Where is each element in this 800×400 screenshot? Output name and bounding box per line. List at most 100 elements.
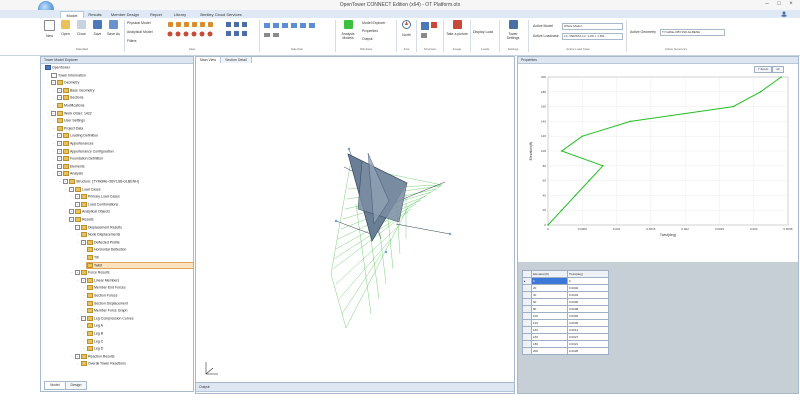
- tab-report[interactable]: Report: [146, 11, 166, 18]
- tab-main-view[interactable]: Main View: [196, 57, 221, 63]
- tab-design-explorer[interactable]: Design: [65, 381, 87, 390]
- tree-node[interactable]: − Leg Compression Curves: [81, 315, 134, 321]
- expand-toggle-icon[interactable]: −: [75, 353, 80, 359]
- cell-elevation[interactable]: 60: [531, 298, 568, 306]
- tree-node[interactable]: Project Data: [57, 125, 83, 131]
- cell-elevation[interactable]: 160: [531, 333, 568, 341]
- tree-node[interactable]: Tower Information: [51, 72, 86, 78]
- tab-results[interactable]: Results: [85, 11, 105, 18]
- cell-elevation[interactable]: 180: [531, 340, 568, 348]
- tree-node[interactable]: − Work Order: 1422: [51, 110, 92, 116]
- cell-twist[interactable]: 0.0005: [567, 319, 609, 327]
- tree-node[interactable]: − Reaction Results: [75, 353, 114, 359]
- tree-node[interactable]: Leg D: [87, 346, 103, 352]
- tree-node[interactable]: Member End Forces: [87, 285, 126, 291]
- expand-toggle-icon[interactable]: −: [75, 224, 80, 230]
- cell-elevation[interactable]: 120: [531, 319, 568, 327]
- table-row[interactable]: 200 0.0028: [522, 347, 609, 355]
- tree-node[interactable]: − Elements: [57, 163, 85, 169]
- tree-node[interactable]: − Structure: [TYMdMe-OBY1S8-GLBENH]: [63, 179, 139, 184]
- cell-twist[interactable]: 0: [567, 277, 609, 285]
- cell-twist[interactable]: 0.0002: [567, 284, 609, 292]
- table-row[interactable]: 180 0.0021: [522, 340, 609, 348]
- tree-node[interactable]: Horizontal Deflection: [87, 247, 126, 253]
- table-row[interactable]: 120 0.0005: [522, 319, 609, 327]
- expand-toggle-icon[interactable]: −: [81, 239, 86, 245]
- tree-node[interactable]: Leg A: [87, 323, 103, 329]
- row-header[interactable]: [522, 333, 532, 341]
- tree-node[interactable]: − Displacement Results: [75, 224, 122, 230]
- table-row[interactable]: 20 0.0002: [522, 284, 609, 292]
- expand-toggle-icon[interactable]: −: [81, 277, 86, 283]
- cell-elevation[interactable]: 200: [531, 347, 568, 355]
- row-header[interactable]: [522, 305, 532, 313]
- expand-toggle-icon[interactable]: −: [57, 171, 62, 177]
- cell-elevation[interactable]: 140: [531, 326, 568, 334]
- table-row[interactable]: 100 0.0002: [522, 312, 609, 320]
- row-header[interactable]: [522, 319, 532, 327]
- north-button[interactable]: North: [399, 20, 414, 44]
- save-button[interactable]: Save: [90, 20, 105, 44]
- expand-toggle-icon[interactable]: −: [57, 163, 62, 169]
- expand-toggle-icon[interactable]: −: [57, 148, 62, 154]
- expand-toggle-icon[interactable]: −: [57, 133, 62, 139]
- column-header-twist[interactable]: Twist(deg): [567, 270, 609, 278]
- tab-section-detail[interactable]: Section Detail: [221, 57, 252, 63]
- close-file-button[interactable]: Close: [74, 20, 89, 44]
- active-model-dropdown[interactable]: Whole Model: [562, 23, 623, 30]
- row-header[interactable]: [522, 340, 532, 348]
- tab-member-design[interactable]: Member Design: [108, 11, 142, 18]
- analytical-model-toggle[interactable]: Analytical Model: [127, 30, 152, 34]
- table-row[interactable]: 40 0.0004: [522, 291, 609, 299]
- tower-3d-viewport[interactable]: [196, 64, 514, 382]
- expand-toggle-icon[interactable]: −: [69, 217, 74, 222]
- tree-node[interactable]: − Linear Members: [81, 277, 119, 283]
- tree-node[interactable]: − Deflected Profile: [81, 239, 120, 245]
- display-load-toggle[interactable]: Display Load: [473, 30, 493, 34]
- expand-toggle-icon[interactable]: −: [75, 270, 80, 276]
- table-row[interactable]: 160 0.0027: [522, 333, 609, 341]
- row-header[interactable]: [522, 347, 532, 355]
- expand-toggle-icon[interactable]: −: [51, 80, 56, 86]
- table-row[interactable]: ▸ 0 0: [522, 277, 609, 285]
- expand-toggle-icon[interactable]: −: [69, 186, 74, 192]
- expand-toggle-icon[interactable]: −: [57, 87, 62, 93]
- tree-node[interactable]: − Loading Definition: [57, 133, 98, 139]
- user-icon[interactable]: [780, 11, 788, 17]
- tree-node[interactable]: Tilt: [87, 255, 99, 260]
- take-picture-button[interactable]: Take a picture: [446, 20, 468, 44]
- properties-toggle[interactable]: Properties: [362, 29, 378, 33]
- tree-node[interactable]: − Appurtenances: [57, 141, 94, 146]
- minimize-button[interactable]: –: [762, 1, 772, 8]
- cell-twist[interactable]: 0.0002: [567, 312, 609, 320]
- save-as-button[interactable]: Save As: [106, 20, 121, 44]
- row-header[interactable]: ▸: [522, 277, 532, 285]
- expand-toggle-icon[interactable]: −: [75, 201, 80, 207]
- tab-library[interactable]: Library: [170, 11, 190, 18]
- cell-elevation[interactable]: 20: [531, 284, 568, 292]
- tree-node[interactable]: − Base Geometry: [57, 87, 94, 93]
- tree-node[interactable]: − Foundation Definition: [57, 156, 103, 162]
- tree-node[interactable]: User Settings: [57, 118, 85, 124]
- maximize-button[interactable]: □: [774, 1, 784, 8]
- tree-node[interactable]: − Load Cases: [69, 186, 101, 192]
- tree-node[interactable]: Section Forces: [87, 293, 117, 298]
- cell-elevation[interactable]: 0: [531, 277, 568, 285]
- cell-elevation[interactable]: 100: [531, 312, 568, 320]
- tree-node[interactable]: − Sections: [57, 95, 83, 101]
- expand-toggle-icon[interactable]: −: [63, 179, 68, 184]
- cell-twist[interactable]: 0.0006: [567, 298, 609, 306]
- tab-model-explorer[interactable]: Model: [44, 381, 66, 390]
- open-button[interactable]: Open: [58, 20, 73, 44]
- output-toggle[interactable]: Output: [362, 37, 373, 41]
- structure-tools-icons[interactable]: [419, 20, 441, 44]
- filters-dropdown[interactable]: Filters: [127, 39, 137, 43]
- tab-cloud-services[interactable]: Bentley Cloud Services: [196, 11, 246, 18]
- expand-toggle-icon[interactable]: −: [51, 110, 56, 116]
- physical-model-toggle[interactable]: Physical Model: [127, 21, 151, 25]
- tree-node[interactable]: − Appurtenance Configuration: [57, 148, 114, 154]
- cell-twist[interactable]: 0.0028: [567, 347, 609, 355]
- cell-twist[interactable]: 0.0004: [567, 291, 609, 299]
- tree-node[interactable]: Modifications: [57, 103, 84, 108]
- expand-toggle-icon[interactable]: −: [69, 209, 74, 215]
